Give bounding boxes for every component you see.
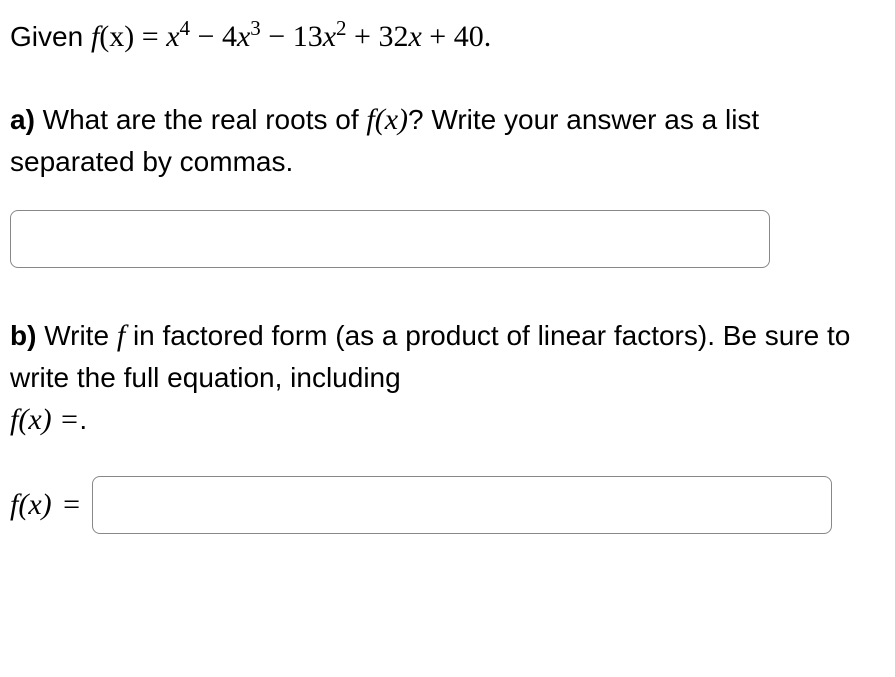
- part-b-text-3: .: [79, 404, 87, 435]
- part-b-text-1: Write: [36, 320, 116, 351]
- part-b-label: b): [10, 320, 36, 351]
- part-b-f-inline: f: [117, 319, 125, 352]
- part-b-answer-row: f(x) =: [10, 476, 885, 534]
- part-a-fx-inline: f(x): [366, 103, 408, 136]
- part-a-answer-input[interactable]: [10, 210, 770, 268]
- part-a-question: a) What are the real roots of f(x)? Writ…: [10, 98, 885, 182]
- part-a-input-wrapper: [10, 210, 885, 268]
- part-b-answer-input[interactable]: [92, 476, 832, 534]
- given-statement: Given f(x) = x4 − 4x3 − 13x2 + 32x + 40.: [10, 14, 885, 58]
- part-a-text-before: What are the real roots of: [35, 104, 367, 135]
- part-b-text-2: in factored form (as a product of linear…: [10, 320, 850, 393]
- part-b-answer-prefix: f(x) =: [10, 488, 84, 522]
- part-b-question: b) Write f in factored form (as a produc…: [10, 314, 885, 442]
- given-equation: f(x) = x4 − 4x3 − 13x2 + 32x + 40.: [91, 20, 491, 53]
- given-prefix: Given: [10, 21, 91, 52]
- part-a-label: a): [10, 104, 35, 135]
- part-b-fxeq-inline: f(x) =: [10, 403, 79, 436]
